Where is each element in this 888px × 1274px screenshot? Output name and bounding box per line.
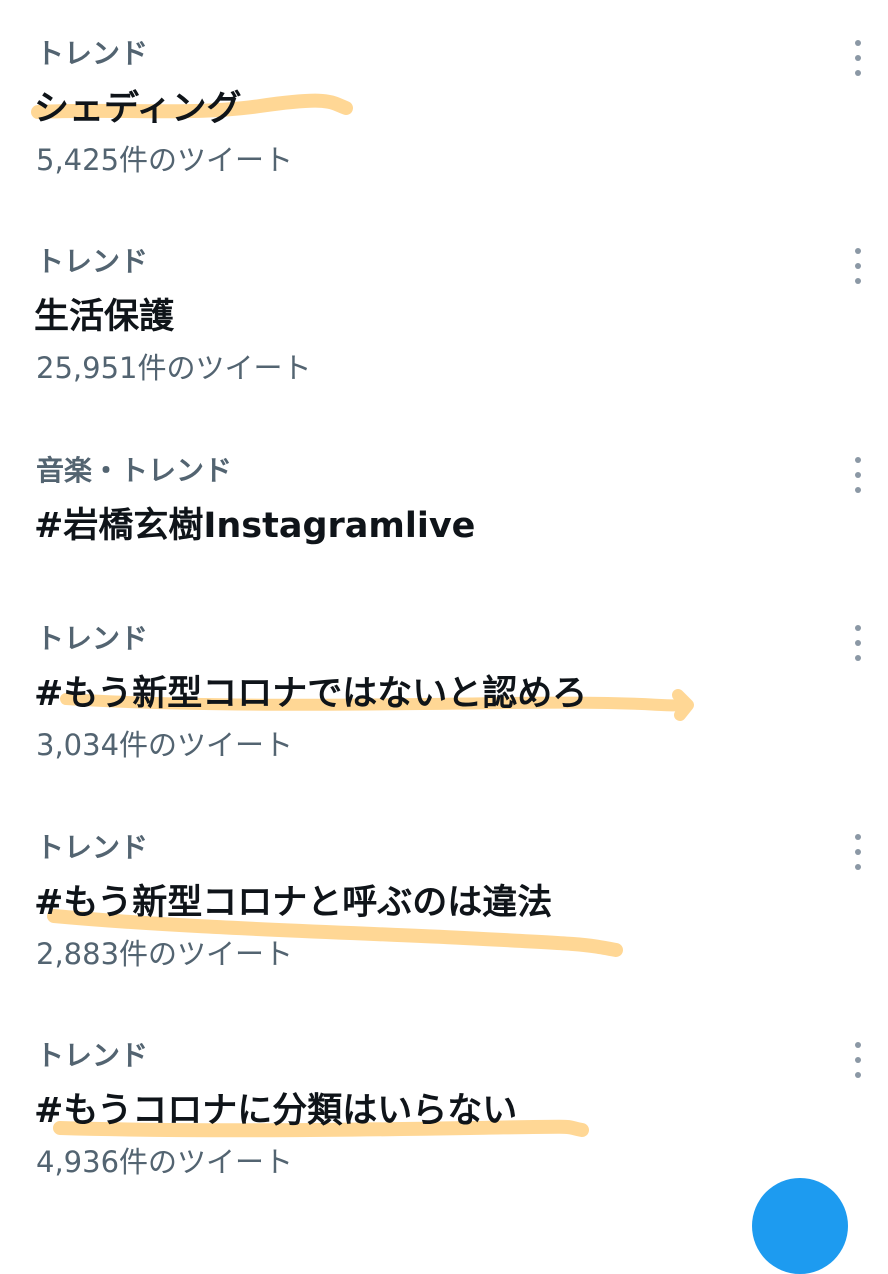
dot <box>855 864 861 870</box>
trend-name: #もうコロナに分類はいらない <box>34 1091 518 1131</box>
dot <box>855 40 861 46</box>
more-vertical-icon[interactable] <box>846 1040 870 1080</box>
trends-list: トレンド シェディング 5,425件のツイート トレンド 生活保護 25,951… <box>0 0 888 1200</box>
trend-name: 生活保護 <box>34 297 175 337</box>
trend-item-6[interactable]: トレンド #もうコロナに分類はいらない 4,936件のツイート <box>0 1012 888 1212</box>
trend-name: #もう新型コロナと呼ぶのは違法 <box>34 883 553 923</box>
trend-category: トレンド <box>36 831 149 864</box>
dot <box>855 70 861 76</box>
tweet-count: 3,034件のツイート <box>36 728 294 762</box>
trend-item-1[interactable]: トレンド シェディング 5,425件のツイート <box>0 10 888 210</box>
dot <box>855 849 861 855</box>
trend-item-2[interactable]: トレンド 生活保護 25,951件のツイート <box>0 218 888 418</box>
tweet-count: 2,883件のツイート <box>36 937 294 971</box>
dot <box>855 263 861 269</box>
compose-fab[interactable] <box>752 1178 848 1274</box>
trend-category: トレンド <box>36 1039 149 1072</box>
more-vertical-icon[interactable] <box>846 832 870 872</box>
trend-name: シェディング <box>34 89 242 129</box>
dot <box>855 457 861 463</box>
trend-category: トレンド <box>36 37 149 70</box>
dot <box>855 655 861 661</box>
trend-name: #もう新型コロナではないと認めろ <box>34 674 588 714</box>
trend-category: トレンド <box>36 245 149 278</box>
trend-name: #岩橋玄樹Instagramlive <box>34 506 476 546</box>
dot <box>855 487 861 493</box>
tweet-count: 5,425件のツイート <box>36 143 294 177</box>
more-vertical-icon[interactable] <box>846 38 870 78</box>
dot <box>855 1072 861 1078</box>
tweet-count: 4,936件のツイート <box>36 1145 294 1179</box>
dot <box>855 640 861 646</box>
trend-category: 音楽・トレンド <box>36 454 233 487</box>
more-vertical-icon[interactable] <box>846 623 870 663</box>
more-vertical-icon[interactable] <box>846 246 870 286</box>
more-vertical-icon[interactable] <box>846 455 870 495</box>
dot <box>855 834 861 840</box>
trend-category: トレンド <box>36 622 149 655</box>
dot <box>855 472 861 478</box>
tweet-count: 25,951件のツイート <box>36 351 312 385</box>
dot <box>855 248 861 254</box>
dot <box>855 625 861 631</box>
trend-item-4[interactable]: トレンド #もう新型コロナではないと認めろ 3,034件のツイート <box>0 595 888 795</box>
dot <box>855 1057 861 1063</box>
dot <box>855 1042 861 1048</box>
trend-item-5[interactable]: トレンド #もう新型コロナと呼ぶのは違法 2,883件のツイート <box>0 804 888 1004</box>
dot <box>855 55 861 61</box>
dot <box>855 278 861 284</box>
